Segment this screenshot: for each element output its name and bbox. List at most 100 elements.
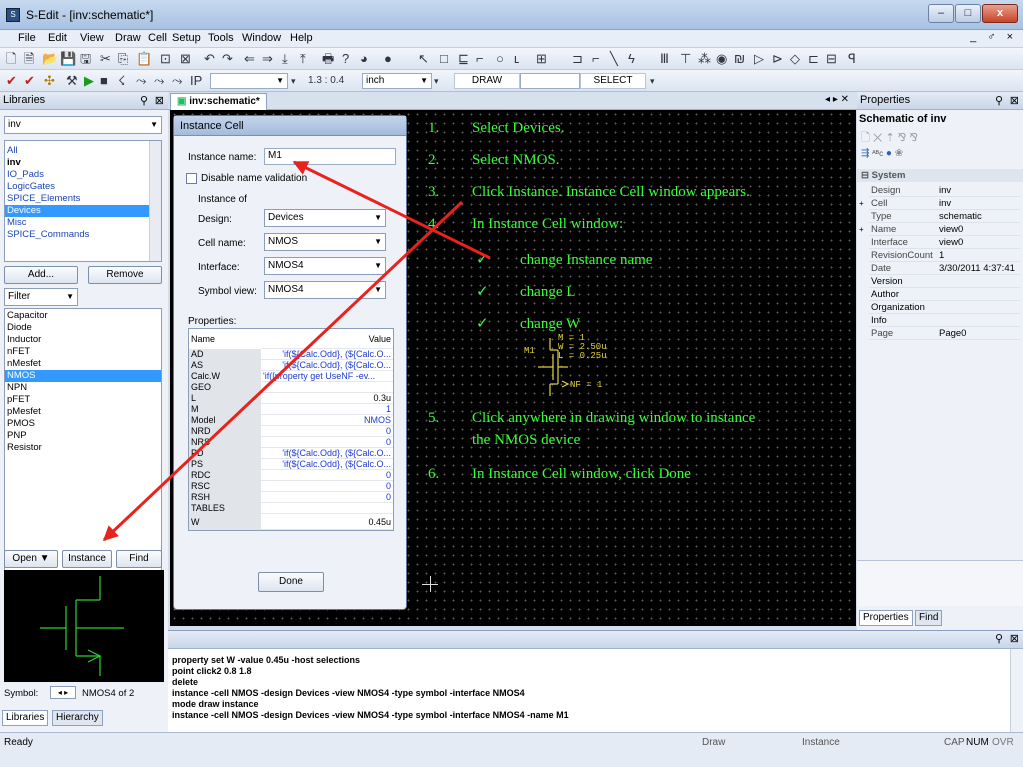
property-row[interactable]: Author bbox=[869, 289, 1020, 301]
close-panel-icon[interactable]: ⊠ bbox=[155, 93, 164, 110]
table-row[interactable]: W 0.45u bbox=[189, 514, 393, 530]
open-button[interactable]: Open ▼ bbox=[4, 550, 58, 568]
cross-probe3-icon[interactable]: ⤳ bbox=[172, 73, 182, 89]
menu-cell[interactable]: Cell bbox=[148, 32, 167, 44]
circle-icon[interactable]: ○ bbox=[496, 51, 504, 67]
cell-item[interactable]: PNP bbox=[5, 430, 161, 442]
symbol-view-select[interactable]: NMOS4 ▼ bbox=[264, 281, 386, 299]
library-item[interactable]: IO_Pads bbox=[5, 169, 161, 181]
crosshair-icon[interactable]: ✣ bbox=[44, 73, 55, 89]
cell-item-selected[interactable]: NMOS bbox=[5, 370, 161, 382]
table-row[interactable]: M1 bbox=[189, 404, 393, 415]
new-property-icon[interactable]: 🗋 bbox=[861, 132, 870, 144]
table-row[interactable]: AS'if(${Calc.Odd}, (${Calc.O... bbox=[189, 360, 393, 371]
rotate-icon[interactable]: ꟼ bbox=[848, 51, 856, 67]
property-row[interactable]: Organization bbox=[869, 302, 1020, 314]
pin-icon[interactable]: ⚲ bbox=[140, 93, 148, 110]
cell-item[interactable]: NPN bbox=[5, 382, 161, 394]
record-icon[interactable]: ● bbox=[384, 51, 392, 67]
maximize-button[interactable]: □ bbox=[955, 4, 981, 23]
pin-icon[interactable]: ⚲ bbox=[995, 632, 1003, 645]
stop-icon[interactable]: ■ bbox=[100, 73, 108, 89]
tool-icon[interactable]: ⚒ bbox=[66, 73, 78, 89]
cell-item[interactable]: pMesfet bbox=[5, 406, 161, 418]
mdi-controls[interactable]: _ ♂ × bbox=[970, 31, 1017, 43]
close-panel-icon[interactable]: ⊠ bbox=[1010, 93, 1019, 110]
menu-draw[interactable]: Draw bbox=[115, 32, 141, 44]
menu-view[interactable]: View bbox=[80, 32, 104, 44]
palette-icon[interactable]: ◕ bbox=[360, 51, 368, 67]
property-icon[interactable]: ₪ bbox=[734, 51, 745, 67]
properties-table[interactable]: Name Value AD'if(${Calc.Odd}, (${Calc.O..… bbox=[188, 328, 394, 531]
paste-icon[interactable]: 📋 bbox=[136, 51, 152, 67]
zoom-fit-icon[interactable]: ⊠ bbox=[180, 51, 191, 67]
table-row[interactable]: TABLES bbox=[189, 503, 393, 514]
minimize-button[interactable]: – bbox=[928, 4, 954, 23]
menu-file[interactable]: File bbox=[18, 32, 36, 44]
property-row[interactable]: Page Page0 bbox=[869, 328, 1020, 340]
menu-setup[interactable]: Setup bbox=[172, 32, 201, 44]
property-row[interactable]: Type schematic bbox=[869, 211, 1020, 223]
library-item-selected[interactable]: Devices bbox=[5, 205, 161, 217]
port-other-icon[interactable]: ⊏ bbox=[808, 51, 819, 67]
unit-combo[interactable]: inch ▼ bbox=[362, 73, 432, 89]
library-item[interactable]: All bbox=[5, 145, 161, 157]
tab-hierarchy[interactable]: Hierarchy bbox=[52, 710, 103, 726]
command-log[interactable]: ⚲ ⊠ property set W -value 0.45u -host sel… bbox=[168, 630, 1023, 733]
menu-edit[interactable]: Edit bbox=[48, 32, 67, 44]
cell-item[interactable]: Inductor bbox=[5, 334, 161, 346]
remove-library-button[interactable]: Remove bbox=[88, 266, 162, 284]
save-icon[interactable]: 💾 bbox=[60, 51, 76, 67]
close-button[interactable]: x bbox=[982, 4, 1018, 23]
cell-item[interactable]: Resistor bbox=[5, 442, 161, 454]
system-section[interactable]: ⊟ System bbox=[857, 169, 1023, 182]
menu-tools[interactable]: Tools bbox=[208, 32, 234, 44]
table-row[interactable]: PD'if(${Calc.Odd}, (${Calc.O... bbox=[189, 448, 393, 459]
property-row[interactable]: Version bbox=[869, 276, 1020, 288]
port-box-icon[interactable]: ⊟ bbox=[826, 51, 837, 67]
cell-item[interactable]: nMesfet bbox=[5, 358, 161, 370]
symbol-nav-arrows[interactable]: ◂ ▸ bbox=[50, 686, 76, 699]
library-list[interactable]: All inv IO_Pads LogicGates SPICE_Element… bbox=[4, 140, 162, 262]
library-combo[interactable]: inv ▼ bbox=[4, 116, 162, 134]
copy-icon[interactable]: ⎘ bbox=[118, 51, 128, 67]
settings-icon[interactable]: ❀ bbox=[895, 148, 903, 159]
property-row[interactable]: + Cell inv bbox=[859, 198, 1020, 210]
library-scrollbar[interactable] bbox=[149, 141, 161, 261]
tab-inv-schematic[interactable]: ▣ inv:schematic* bbox=[170, 93, 267, 110]
undo-icon[interactable]: ↶ bbox=[204, 51, 215, 67]
table-row[interactable]: AD'if(${Calc.Odd}, (${Calc.O... bbox=[189, 349, 393, 360]
dropdown2-icon[interactable]: ▾ bbox=[434, 73, 439, 89]
save-all-icon[interactable]: 🖫 bbox=[80, 51, 91, 67]
find-button[interactable]: Find bbox=[116, 550, 162, 568]
library-item[interactable]: LogicGates bbox=[5, 181, 161, 193]
alphabetical-icon[interactable]: ᴬᴮᴄ bbox=[872, 149, 883, 158]
doc-nav-close-icon[interactable]: ◂ ▸ ✕ bbox=[825, 94, 849, 105]
instance-button[interactable]: Instance bbox=[62, 550, 112, 568]
cell-item[interactable]: Diode bbox=[5, 322, 161, 334]
port-out-icon[interactable]: ⊳ bbox=[772, 51, 783, 67]
instance-icon[interactable]: ⊞ bbox=[536, 51, 547, 67]
cross-probe-icon[interactable]: ⤳ bbox=[136, 73, 146, 89]
categorized-icon[interactable]: ⇶ bbox=[861, 148, 869, 159]
layer-combo[interactable]: ▼ bbox=[210, 73, 288, 89]
sort-icon[interactable]: ⅋ bbox=[898, 132, 907, 144]
property-row[interactable]: RevisionCount 1 bbox=[869, 250, 1020, 262]
property-row[interactable]: Interface view0 bbox=[869, 237, 1020, 249]
library-item[interactable]: Misc bbox=[5, 217, 161, 229]
table-row[interactable]: Model NMOS bbox=[189, 415, 393, 426]
label-icon[interactable]: ʟ bbox=[514, 51, 519, 67]
pin-icon[interactable]: ⚲ bbox=[995, 93, 1003, 110]
help-icon[interactable]: ? bbox=[342, 51, 349, 67]
property-row[interactable]: + Name view0 bbox=[859, 224, 1020, 236]
menu-window[interactable]: Window bbox=[242, 32, 281, 44]
new-design-icon[interactable]: 🗎 bbox=[24, 51, 34, 67]
sort2-icon[interactable]: ⅋ bbox=[909, 132, 918, 144]
zoom-box-icon[interactable]: ⊡ bbox=[160, 51, 171, 67]
bus-icon[interactable]: ⌐ bbox=[592, 51, 600, 67]
move-up-icon[interactable]: ⇡ bbox=[886, 132, 895, 144]
property-row[interactable]: Info bbox=[869, 315, 1020, 327]
probe-icon[interactable]: ◉ bbox=[716, 51, 727, 67]
global-icon[interactable]: ⊤ bbox=[680, 51, 691, 67]
table-row[interactable]: RSH 0 bbox=[189, 492, 393, 503]
